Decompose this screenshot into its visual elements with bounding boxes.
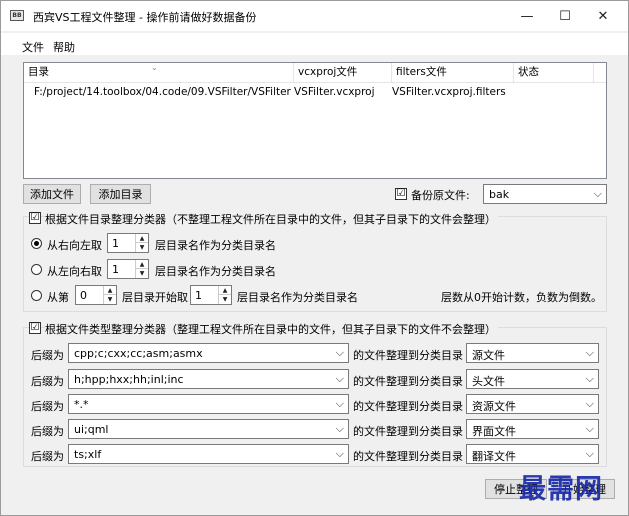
target-folder-value: 界面文件 [472,425,516,438]
extension-select[interactable]: ts;xlf ⌵ [68,444,349,464]
spin-arrows-icon[interactable]: ▲ ▼ [103,286,116,304]
directory-classifier-checkbox[interactable]: ☑ [29,212,41,224]
organize-to-label: 的文件整理到分类目录 [353,349,463,362]
add-directory-button[interactable]: 添加目录 [90,184,151,204]
maximize-button[interactable]: ☐ [546,1,584,31]
column-status[interactable]: 状态 [514,63,594,82]
target-folder-value: 源文件 [472,349,505,362]
extension-value: ui;qml [74,423,109,436]
extension-select[interactable]: h;hpp;hxx;hh;inl;inc ⌵ [68,369,349,389]
suffix-label: 后缀为 [31,375,64,388]
sort-indicator-icon: ⌄ [151,63,158,72]
chevron-down-icon: ⌵ [585,346,594,359]
chevron-down-icon: ⌵ [585,372,594,385]
menu-bar: 文件 帮助 [1,33,628,55]
project-list[interactable]: 目录 ⌄ vcxproj文件 filters文件 状态 F:/project/1… [23,62,607,179]
window-title: 西宾VS工程文件整理 - 操作前请做好数据备份 [33,11,257,24]
left-to-right-suffix: 层目录名作为分类目录名 [155,265,276,278]
radio-right-to-left-label: 从右向左取 [47,239,102,252]
list-header: 目录 ⌄ vcxproj文件 filters文件 状态 [24,63,606,83]
right-to-left-value: 1 [112,237,119,250]
organize-to-label: 的文件整理到分类目录 [353,400,463,413]
chevron-down-icon: ⌵ [335,346,344,359]
spin-arrows-icon[interactable]: ▲ ▼ [218,286,231,304]
spin-arrows-icon[interactable]: ▲ ▼ [135,234,148,252]
suffix-label: 后缀为 [31,400,64,413]
chevron-down-icon: ⌵ [335,422,344,435]
right-to-left-spinner[interactable]: 1 ▲ ▼ [107,233,149,253]
list-row[interactable]: F:/project/14.toolbox/04.code/09.VSFilte… [24,83,606,103]
column-filters[interactable]: filters文件 [392,63,514,82]
backup-extension-select[interactable]: bak ⌵ [483,184,607,204]
spin-arrows-icon[interactable]: ▲ ▼ [135,260,148,278]
chevron-down-icon: ⌵ [335,372,344,385]
suffix-label: 后缀为 [31,450,64,463]
row-filters: VSFilter.vcxproj.filters [392,86,506,98]
suffix-label: 后缀为 [31,349,64,362]
extension-value: ts;xlf [74,448,102,461]
backup-checkbox[interactable]: ☑ [395,188,407,200]
extension-value: cpp;c;cxx;cc;asm;asmx [74,347,203,360]
extension-select[interactable]: ui;qml ⌵ [68,419,349,439]
add-file-button[interactable]: 添加文件 [23,184,81,204]
target-folder-value: 翻译文件 [472,450,516,463]
chevron-down-icon: ⌵ [585,397,594,410]
radio-from-level[interactable] [31,290,42,301]
extension-value: h;hpp;hxx;hh;inl;inc [74,373,184,386]
start-level-value: 0 [80,289,87,302]
radio-from-level-label: 从第 [47,291,69,304]
extension-select[interactable]: *.* ⌵ [68,394,349,414]
title-bar: BB 西宾VS工程文件整理 - 操作前请做好数据备份 — ☐ ✕ [1,1,628,31]
chevron-down-icon: ⌵ [593,187,602,200]
target-folder-select[interactable]: 资源文件 ⌵ [466,394,599,414]
extension-select[interactable]: cpp;c;cxx;cc;asm;asmx ⌵ [68,343,349,363]
radio-left-to-right-label: 从左向右取 [47,265,102,278]
backup-label: 备份原文件: [411,189,470,202]
watermark-logo: 最需网 [519,474,603,505]
radio-left-to-right[interactable] [31,264,42,275]
type-classifier-title: 根据文件类型整理分类器（整理工程文件所在目录中的文件，但其子目录下的文件不会整理… [45,321,498,337]
target-folder-value: 资源文件 [472,400,516,413]
organize-to-label: 的文件整理到分类目录 [353,450,463,463]
type-classifier-checkbox[interactable]: ☑ [29,322,41,334]
start-level-mid: 层目录开始取 [122,291,188,304]
radio-right-to-left[interactable] [31,238,42,249]
row-vcxproj: VSFilter.vcxproj [294,86,375,98]
start-level-spinner[interactable]: 0 ▲ ▼ [75,285,117,305]
organize-to-label: 的文件整理到分类目录 [353,375,463,388]
right-to-left-suffix: 层目录名作为分类目录名 [155,239,276,252]
chevron-down-icon: ⌵ [585,447,594,460]
chevron-down-icon: ⌵ [335,447,344,460]
level-count-suffix: 层目录名作为分类目录名 [237,291,358,304]
target-folder-select[interactable]: 源文件 ⌵ [466,343,599,363]
extension-value: *.* [74,398,89,411]
backup-extension-value: bak [489,188,510,201]
row-directory: F:/project/14.toolbox/04.code/09.VSFilte… [34,86,291,98]
left-to-right-value: 1 [112,263,119,276]
column-directory[interactable]: 目录 [24,63,294,82]
app-icon: BB [10,10,24,21]
level-count-spinner[interactable]: 1 ▲ ▼ [190,285,232,305]
suffix-label: 后缀为 [31,425,64,438]
chevron-down-icon: ⌵ [335,397,344,410]
organize-to-label: 的文件整理到分类目录 [353,425,463,438]
target-folder-select[interactable]: 翻译文件 ⌵ [466,444,599,464]
target-folder-select[interactable]: 头文件 ⌵ [466,369,599,389]
app-window: BB 西宾VS工程文件整理 - 操作前请做好数据备份 — ☐ ✕ 文件 帮助 目… [0,0,629,516]
level-note: 层数从0开始计数，负数为倒数。 [441,291,602,304]
menu-help[interactable]: 帮助 [53,39,75,55]
directory-classifier-title: 根据文件目录整理分类器（不整理工程文件所在目录中的文件，但其子目录下的文件会整理… [45,211,498,227]
close-button[interactable]: ✕ [584,1,622,31]
menu-file[interactable]: 文件 [22,39,44,55]
level-count-value: 1 [195,289,202,302]
chevron-down-icon: ⌵ [585,422,594,435]
target-folder-value: 头文件 [472,375,505,388]
minimize-button[interactable]: — [508,1,546,31]
left-to-right-spinner[interactable]: 1 ▲ ▼ [107,259,149,279]
target-folder-select[interactable]: 界面文件 ⌵ [466,419,599,439]
column-vcxproj[interactable]: vcxproj文件 [294,63,392,82]
